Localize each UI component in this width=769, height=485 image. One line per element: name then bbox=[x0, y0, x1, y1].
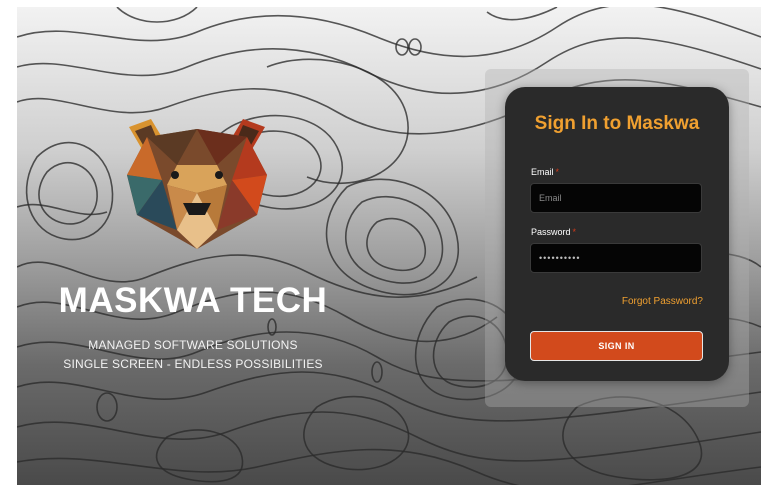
bear-logo-icon bbox=[127, 119, 267, 249]
email-label-text: Email bbox=[531, 167, 554, 177]
brand-title: MASKWA TECH bbox=[58, 281, 328, 320]
email-input[interactable] bbox=[530, 183, 702, 213]
password-required-mark: * bbox=[572, 227, 577, 237]
sign-in-button[interactable]: SIGN IN bbox=[530, 331, 703, 361]
brand-tagline-1: MANAGED SOFTWARE SOLUTIONS bbox=[88, 338, 298, 352]
password-input[interactable] bbox=[530, 243, 702, 273]
forgot-password-link[interactable]: Forgot Password? bbox=[605, 296, 703, 307]
login-title: Sign In to Maskwa bbox=[534, 113, 700, 134]
brand-tagline-2: SINGLE SCREEN - ENDLESS POSSIBILITIES bbox=[63, 357, 323, 371]
login-card: Sign In to Maskwa Email* Password* Forgo… bbox=[505, 87, 729, 381]
password-label: Password * bbox=[531, 227, 576, 237]
email-label: Email * bbox=[531, 167, 559, 177]
password-label-text: Password bbox=[531, 227, 571, 237]
email-required-mark: * bbox=[555, 167, 560, 177]
login-page-background: MASKWA TECH MANAGED SOFTWARE SOLUTIONS S… bbox=[17, 7, 761, 485]
